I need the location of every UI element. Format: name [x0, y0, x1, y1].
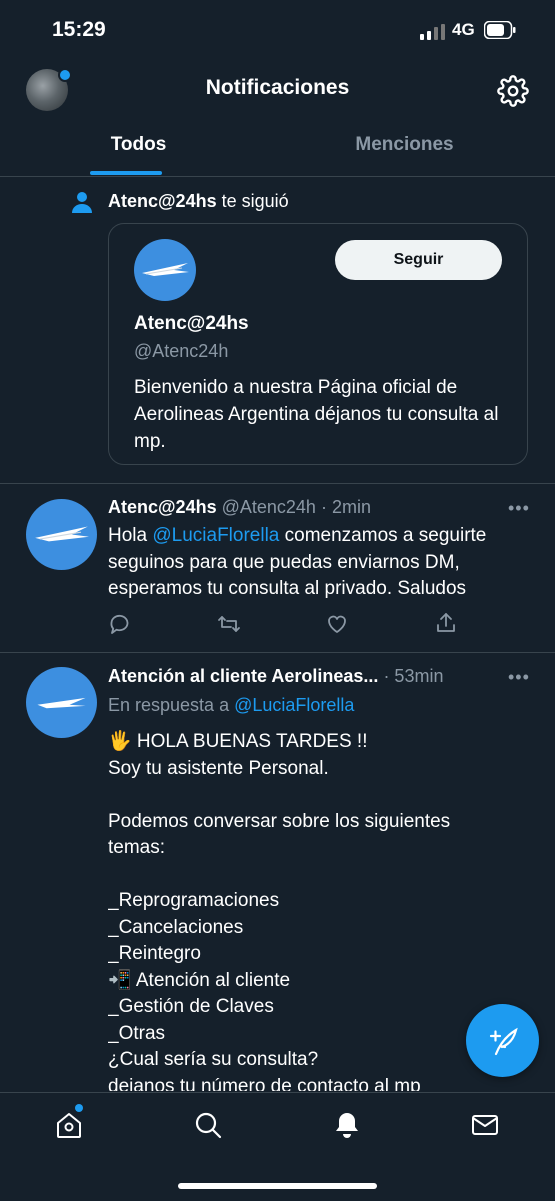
more-options-icon[interactable]: •••	[508, 667, 530, 688]
tweet-line: _Otras	[108, 1022, 166, 1044]
battery-icon	[484, 21, 516, 39]
tweet-line: Soy tu asistente Personal.	[108, 757, 329, 779]
reply-prefix: En respuesta a	[108, 695, 235, 715]
tweet-time: · 53min	[383, 666, 444, 686]
compose-icon	[489, 1027, 518, 1055]
mention-link[interactable]: @LuciaFlorella	[234, 695, 354, 715]
tweet-avatar[interactable]	[26, 667, 97, 738]
person-icon	[72, 192, 92, 213]
tweet-line: _Gestión de Claves	[108, 996, 274, 1017]
status-time: 15:29	[52, 18, 106, 41]
mail-icon[interactable]	[470, 1110, 500, 1140]
card-bio: Bienvenido a nuestra Página oficial de A…	[134, 377, 499, 452]
gear-icon[interactable]	[497, 75, 529, 107]
home-unread-dot	[75, 1104, 83, 1112]
compose-button[interactable]	[466, 1004, 539, 1077]
tweet-handle: @Atenc24h	[221, 497, 316, 517]
tweet-author[interactable]: Atención al cliente Aerolineas...	[108, 666, 378, 686]
follower-name[interactable]: Atenc@24hs	[108, 191, 217, 211]
tweet-line: temas:	[108, 837, 166, 858]
tweet-line: 🖐 HOLA BUENAS TARDES !!	[108, 731, 368, 752]
tweet-body: 🖐 HOLA BUENAS TARDES !! Soy tu asistente…	[108, 729, 528, 1091]
tweet-text: Hola	[108, 525, 153, 546]
tweet-header: Atención al cliente Aerolineas... · 53mi…	[108, 666, 443, 687]
tab-menciones[interactable]: Menciones	[266, 134, 543, 156]
tab-todos[interactable]: Todos	[0, 134, 277, 156]
card-handle: @Atenc24h	[134, 341, 229, 361]
retweet-icon[interactable]	[217, 612, 241, 636]
reply-context: En respuesta a @LuciaFlorella	[108, 695, 354, 716]
tweet-header: Atenc@24hs @Atenc24h · 2min	[108, 497, 371, 518]
tweet-line	[108, 782, 528, 809]
tweet-time: · 2min	[320, 497, 371, 517]
divider	[0, 652, 555, 653]
tweet-body: Hola @LuciaFlorella comenzamos a seguirt…	[108, 523, 528, 603]
follow-button[interactable]: Seguir	[335, 240, 502, 280]
mention-link[interactable]: @LuciaFlorella	[152, 525, 279, 546]
tweet-line: _Cancelaciones	[108, 916, 244, 938]
divider	[0, 483, 555, 484]
heart-icon[interactable]	[325, 612, 349, 636]
tweet-line: Podemos conversar sobre los siguientes	[108, 810, 451, 832]
network-type: 4G	[452, 20, 475, 39]
home-icon[interactable]	[54, 1110, 84, 1140]
divider	[0, 176, 555, 177]
tweet-line: ¿Cual sería su consulta?	[108, 1049, 319, 1070]
home-indicator	[178, 1183, 377, 1189]
share-icon[interactable]	[434, 611, 458, 635]
tweet-line: _Reintegro	[108, 943, 201, 964]
tweet-line: _Reprogramaciones	[108, 890, 280, 911]
tweet-line	[108, 862, 528, 889]
aerolineas-logo-icon	[142, 263, 189, 276]
aerolineas-logo[interactable]	[134, 239, 196, 301]
more-options-icon[interactable]: •••	[508, 498, 530, 519]
signal-icon	[420, 24, 445, 40]
bell-icon[interactable]	[332, 1110, 362, 1140]
card-name[interactable]: Atenc@24hs	[134, 313, 249, 335]
search-icon[interactable]	[193, 1110, 223, 1140]
page-title: Notificaciones	[205, 76, 350, 99]
tweet-line: 📲 Atención al cliente	[108, 969, 291, 991]
aerolineas-logo-icon	[35, 526, 89, 542]
reply-icon[interactable]	[108, 612, 132, 636]
follow-action: te siguió	[221, 191, 289, 211]
tweet-line: dejanos tu número de contacto al mp	[108, 1075, 421, 1092]
aerolineas-logo-icon	[37, 697, 86, 709]
tweet-avatar[interactable]	[26, 499, 97, 570]
follow-notification-text: Atenc@24hs te siguió	[108, 191, 289, 212]
tweet-author[interactable]: Atenc@24hs	[108, 497, 217, 517]
active-tab-indicator	[90, 171, 162, 175]
